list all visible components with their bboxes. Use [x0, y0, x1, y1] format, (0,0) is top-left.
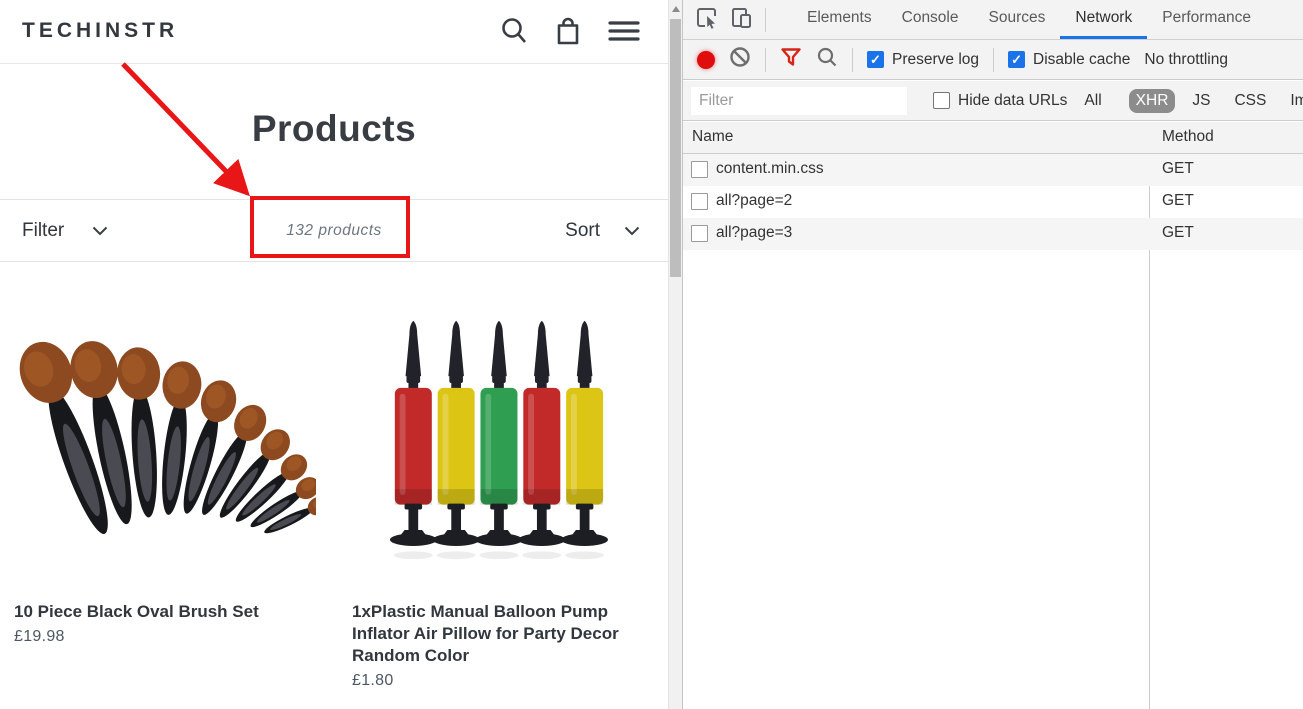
- network-request-table: Name Method content.min.css GET all?page…: [683, 122, 1303, 709]
- network-filter-input[interactable]: [691, 86, 907, 115]
- page-title: Products: [251, 108, 417, 149]
- product-card[interactable]: 10 Piece Black Oval Brush Set £19.98: [14, 290, 316, 646]
- request-method: GET: [1162, 224, 1194, 241]
- request-method: GET: [1162, 160, 1194, 177]
- cart-icon[interactable]: [554, 16, 582, 46]
- tab-network[interactable]: Network: [1060, 0, 1148, 39]
- filter-type-img[interactable]: Im: [1283, 89, 1303, 113]
- network-search-icon[interactable]: [816, 46, 838, 73]
- request-method: GET: [1162, 192, 1194, 209]
- table-header: Name Method: [683, 122, 1303, 154]
- table-row[interactable]: all?page=2 GET: [683, 186, 1303, 218]
- disable-cache-toggle[interactable]: ✓ Disable cache: [1008, 51, 1130, 69]
- product-title[interactable]: 10 Piece Black Oval Brush Set: [14, 601, 316, 623]
- divider: [993, 47, 995, 72]
- divider: [852, 47, 853, 72]
- filter-funnel-icon[interactable]: [780, 46, 802, 73]
- checkbox-checked-icon[interactable]: ✓: [867, 51, 884, 68]
- tab-sources[interactable]: Sources: [974, 0, 1061, 39]
- filter-type-js[interactable]: JS: [1185, 89, 1217, 113]
- screen: TECHINSTR Products Filter 132 products S…: [0, 0, 1303, 709]
- request-name[interactable]: content.min.css: [716, 160, 824, 178]
- product-image-brush-set[interactable]: [14, 290, 316, 585]
- tab-elements[interactable]: Elements: [792, 0, 887, 39]
- devtools-tabs: Elements Console Sources Network Perform…: [792, 0, 1266, 39]
- store-logo[interactable]: TECHINSTR: [22, 19, 178, 43]
- file-icon: [691, 193, 708, 210]
- devtools-tabbar: Elements Console Sources Network Perform…: [683, 0, 1303, 40]
- devtools-tool-icons: [683, 0, 776, 39]
- product-card[interactable]: 1xPlastic Manual Balloon Pump Inflator A…: [352, 290, 644, 690]
- page-scrollbar[interactable]: [668, 0, 682, 709]
- request-name[interactable]: all?page=3: [716, 224, 792, 242]
- product-price: £19.98: [14, 628, 65, 645]
- menu-icon[interactable]: [608, 16, 640, 46]
- record-button[interactable]: [697, 50, 715, 69]
- checkbox-checked-icon[interactable]: ✓: [1008, 51, 1026, 68]
- search-icon[interactable]: [500, 16, 528, 46]
- disable-cache-label: Disable cache: [1033, 50, 1131, 68]
- throttling-dropdown[interactable]: No throttling: [1144, 51, 1228, 69]
- store-header: TECHINSTR: [0, 0, 668, 64]
- product-image-balloon-pumps[interactable]: [352, 290, 644, 585]
- column-header-name[interactable]: Name: [692, 128, 733, 146]
- product-title[interactable]: 1xPlastic Manual Balloon Pump Inflator A…: [352, 601, 644, 667]
- toggle-device-toolbar-icon[interactable]: [730, 6, 753, 34]
- tab-performance[interactable]: Performance: [1147, 0, 1266, 39]
- table-row[interactable]: all?page=3 GET: [683, 218, 1303, 250]
- chevron-down-icon: [624, 220, 640, 242]
- network-filter-row: Hide data URLs All XHR JS CSS Im: [683, 81, 1303, 121]
- column-header-method[interactable]: Method: [1162, 128, 1214, 146]
- store-pane: TECHINSTR Products Filter 132 products S…: [0, 0, 668, 709]
- product-price: £1.80: [352, 672, 394, 689]
- devtools-pane: Elements Console Sources Network Perform…: [682, 0, 1303, 709]
- file-icon: [691, 225, 708, 242]
- table-row[interactable]: content.min.css GET: [683, 154, 1303, 186]
- tab-console[interactable]: Console: [887, 0, 974, 39]
- sort-label: Sort: [565, 219, 600, 241]
- network-toolbar: ✓ Preserve log ✓ Disable cache No thrott…: [683, 40, 1303, 80]
- header-icons: [500, 16, 640, 46]
- scrollbar-thumb[interactable]: [670, 19, 681, 277]
- clear-icon[interactable]: [729, 46, 751, 73]
- file-icon: [691, 161, 708, 178]
- divider: [765, 7, 766, 32]
- filter-type-xhr[interactable]: XHR: [1128, 88, 1176, 113]
- inspect-element-icon[interactable]: [695, 6, 718, 34]
- checkbox-unchecked-icon[interactable]: [933, 92, 950, 109]
- preserve-log-toggle[interactable]: ✓ Preserve log: [867, 51, 979, 69]
- filter-type-all[interactable]: All: [1077, 89, 1108, 113]
- filter-type-css[interactable]: CSS: [1227, 89, 1273, 113]
- hide-data-urls-label: Hide data URLs: [958, 91, 1068, 109]
- filter-bar: Filter 132 products Sort: [0, 199, 668, 262]
- request-name[interactable]: all?page=2: [716, 192, 792, 210]
- hide-data-urls-toggle[interactable]: Hide data URLs: [933, 92, 1067, 110]
- divider: [765, 47, 766, 72]
- preserve-log-label: Preserve log: [892, 50, 980, 68]
- sort-dropdown[interactable]: Sort: [565, 220, 640, 242]
- scrollbar-up-arrow-icon[interactable]: [669, 0, 683, 17]
